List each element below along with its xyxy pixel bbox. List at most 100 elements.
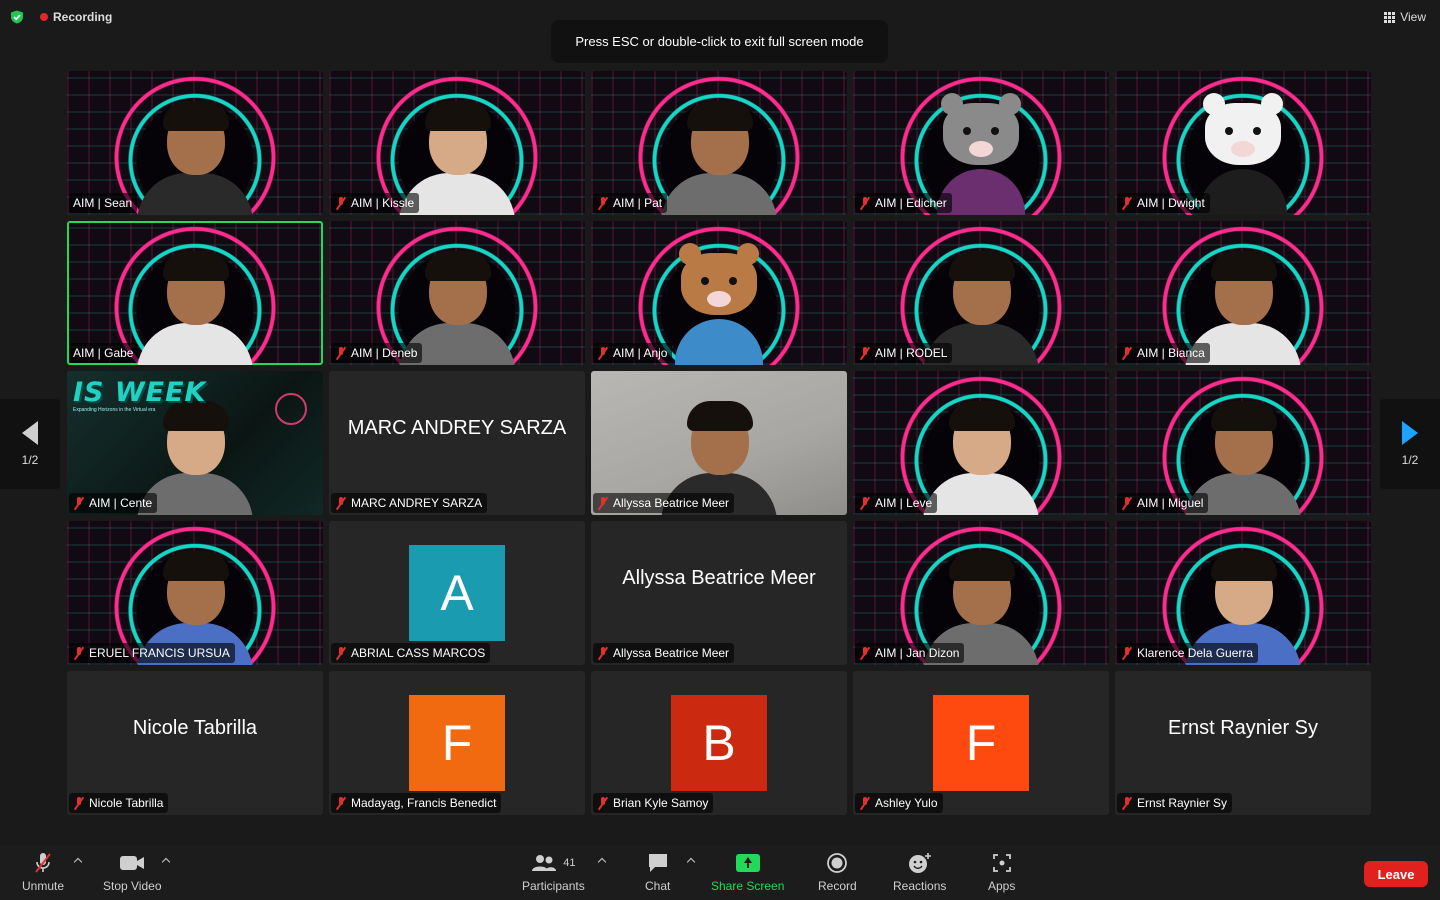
participant-initial-avatar: B	[671, 695, 767, 791]
participant-tile[interactable]: AIM | Edicher	[853, 71, 1109, 215]
participant-name: AIM | Jan Dizon	[875, 646, 960, 660]
grid-view-icon	[1384, 11, 1396, 23]
microphone-muted-icon	[1121, 346, 1133, 360]
participants-label: Participants	[522, 879, 585, 893]
share-screen-icon	[735, 854, 760, 872]
share-screen-button[interactable]: Share Screen	[711, 852, 784, 893]
participant-tile[interactable]: AIM | Leve	[853, 371, 1109, 515]
previous-page-button[interactable]: 1/2	[0, 399, 60, 489]
participant-name-label: AIM | Leve	[855, 493, 938, 513]
participant-name: Allyssa Beatrice Meer	[613, 646, 730, 660]
participant-display-name: Ernst Raynier Sy	[1167, 716, 1319, 739]
participant-tile[interactable]: Klarence Dela Guerra	[1115, 521, 1371, 665]
leave-button[interactable]: Leave	[1364, 861, 1428, 887]
stop-video-label: Stop Video	[103, 879, 162, 893]
participant-name-label: AIM | Kissle	[331, 193, 420, 213]
reactions-button[interactable]: Reactions	[893, 852, 946, 893]
participant-name: MARC ANDREY SARZA	[351, 496, 483, 510]
microphone-muted-icon	[73, 646, 85, 660]
participant-name: Ernst Raynier Sy	[1137, 796, 1228, 810]
microphone-muted-icon	[73, 496, 85, 510]
participant-name: AIM | RODEL	[875, 346, 948, 360]
participant-name: AIM | Gabe	[73, 346, 134, 360]
participant-name: ABRIAL CASS MARCOS	[351, 646, 486, 660]
participant-name-label: AIM | Deneb	[331, 343, 423, 363]
page-indicator-right: 1/2	[1401, 453, 1419, 467]
audio-options-caret-icon[interactable]	[73, 856, 83, 866]
shield-check-icon[interactable]	[10, 10, 24, 24]
participant-tile[interactable]: AIM | Miguel	[1115, 371, 1371, 515]
microphone-muted-icon	[1121, 646, 1133, 660]
recording-indicator[interactable]: Recording	[40, 10, 112, 24]
participant-name: Ashley Yulo	[875, 796, 938, 810]
participant-initial-avatar: F	[933, 695, 1029, 791]
participant-tile[interactable]: AIM | Pat	[591, 71, 847, 215]
microphone-muted-icon	[597, 196, 609, 210]
participant-tile[interactable]: B Brian Kyle Samoy	[591, 671, 847, 815]
participant-tile[interactable]: ERUEL FRANCIS URSUA	[67, 521, 323, 665]
record-icon	[826, 852, 848, 874]
participant-name-label: AIM | Cente	[69, 493, 158, 513]
page-indicator-left: 1/2	[21, 453, 39, 467]
participant-tile[interactable]: AIM | Sean	[67, 71, 323, 215]
microphone-muted-icon	[73, 796, 85, 810]
participant-tile[interactable]: AIM | Dwight	[1115, 71, 1371, 215]
apps-label: Apps	[988, 879, 1016, 893]
participant-tile[interactable]: AIM | Gabe	[67, 221, 323, 365]
participant-tile[interactable]: F Ashley Yulo	[853, 671, 1109, 815]
microphone-muted-icon	[1121, 796, 1133, 810]
participants-button[interactable]: 41 Participants	[522, 852, 585, 893]
chat-options-caret-icon[interactable]	[686, 856, 696, 866]
participant-tile[interactable]: F Madayag, Francis Benedict	[329, 671, 585, 815]
meeting-toolbar: Unmute Stop Video 41 Participants Chat S…	[0, 846, 1440, 900]
view-button[interactable]: View	[1384, 10, 1426, 24]
participant-display-name: MARC ANDREY SARZA	[347, 416, 567, 439]
virtual-background-subtitle: Expanding Horizons in the Virtual era	[73, 407, 156, 413]
participant-tile[interactable]: IS WEEK Expanding Horizons in the Virtual…	[67, 371, 323, 515]
participant-tile[interactable]: AIM | Jan Dizon	[853, 521, 1109, 665]
reactions-smiley-icon	[908, 852, 932, 874]
participant-tile[interactable]: Allyssa Beatrice Meer Allyssa Beatrice Me…	[591, 521, 847, 665]
participant-name-label: AIM | Dwight	[1117, 193, 1210, 213]
next-page-button[interactable]: 1/2	[1380, 399, 1440, 489]
gallery-grid: AIM | Sean AIM | Kissle AIM | Pat AIM | Edi…	[67, 71, 1373, 817]
microphone-muted-icon	[33, 852, 53, 874]
participant-name: AIM | Miguel	[1137, 496, 1204, 510]
record-label: Record	[818, 879, 857, 893]
video-camera-icon	[119, 852, 145, 874]
chat-label: Chat	[645, 879, 671, 893]
participant-tile[interactable]: Ernst Raynier Sy Ernst Raynier Sy	[1115, 671, 1371, 815]
participant-name-label: Madayag, Francis Benedict	[331, 793, 502, 813]
microphone-muted-icon	[597, 796, 609, 810]
participant-name: AIM | Sean	[73, 196, 133, 210]
participant-tile[interactable]: AIM | RODEL	[853, 221, 1109, 365]
unmute-button[interactable]: Unmute	[22, 852, 64, 893]
participant-tile[interactable]: Allyssa Beatrice Meer	[591, 371, 847, 515]
reactions-label: Reactions	[893, 879, 947, 893]
participant-tile[interactable]: MARC ANDREY SARZA MARC ANDREY SARZA	[329, 371, 585, 515]
stop-video-button[interactable]: Stop Video	[103, 852, 162, 893]
participant-name-label: ABRIAL CASS MARCOS	[331, 643, 491, 663]
apps-button[interactable]: Apps	[988, 852, 1015, 893]
record-button[interactable]: Record	[818, 852, 857, 893]
participant-tile[interactable]: Nicole Tabrilla Nicole Tabrilla	[67, 671, 323, 815]
participant-initial-avatar: F	[409, 695, 505, 791]
participant-name-label: AIM | Miguel	[1117, 493, 1209, 513]
participant-tile[interactable]: AIM | Anjo	[591, 221, 847, 365]
participant-video	[137, 97, 253, 215]
video-options-caret-icon[interactable]	[161, 856, 171, 866]
microphone-muted-icon	[859, 196, 871, 210]
arrow-right-icon	[1402, 421, 1418, 445]
participant-tile[interactable]: A ABRIAL CASS MARCOS	[329, 521, 585, 665]
microphone-muted-icon	[859, 496, 871, 510]
participant-tile[interactable]: AIM | Deneb	[329, 221, 585, 365]
participant-name: AIM | Deneb	[351, 346, 418, 360]
chat-bubble-icon	[647, 852, 669, 874]
participant-tile[interactable]: AIM | Bianca	[1115, 221, 1371, 365]
participant-name-label: Klarence Dela Guerra	[1117, 643, 1259, 663]
microphone-muted-icon	[597, 496, 609, 510]
chat-button[interactable]: Chat	[645, 852, 670, 893]
participants-options-caret-icon[interactable]	[597, 856, 607, 866]
recording-label: Recording	[53, 10, 113, 24]
participant-tile[interactable]: AIM | Kissle	[329, 71, 585, 215]
